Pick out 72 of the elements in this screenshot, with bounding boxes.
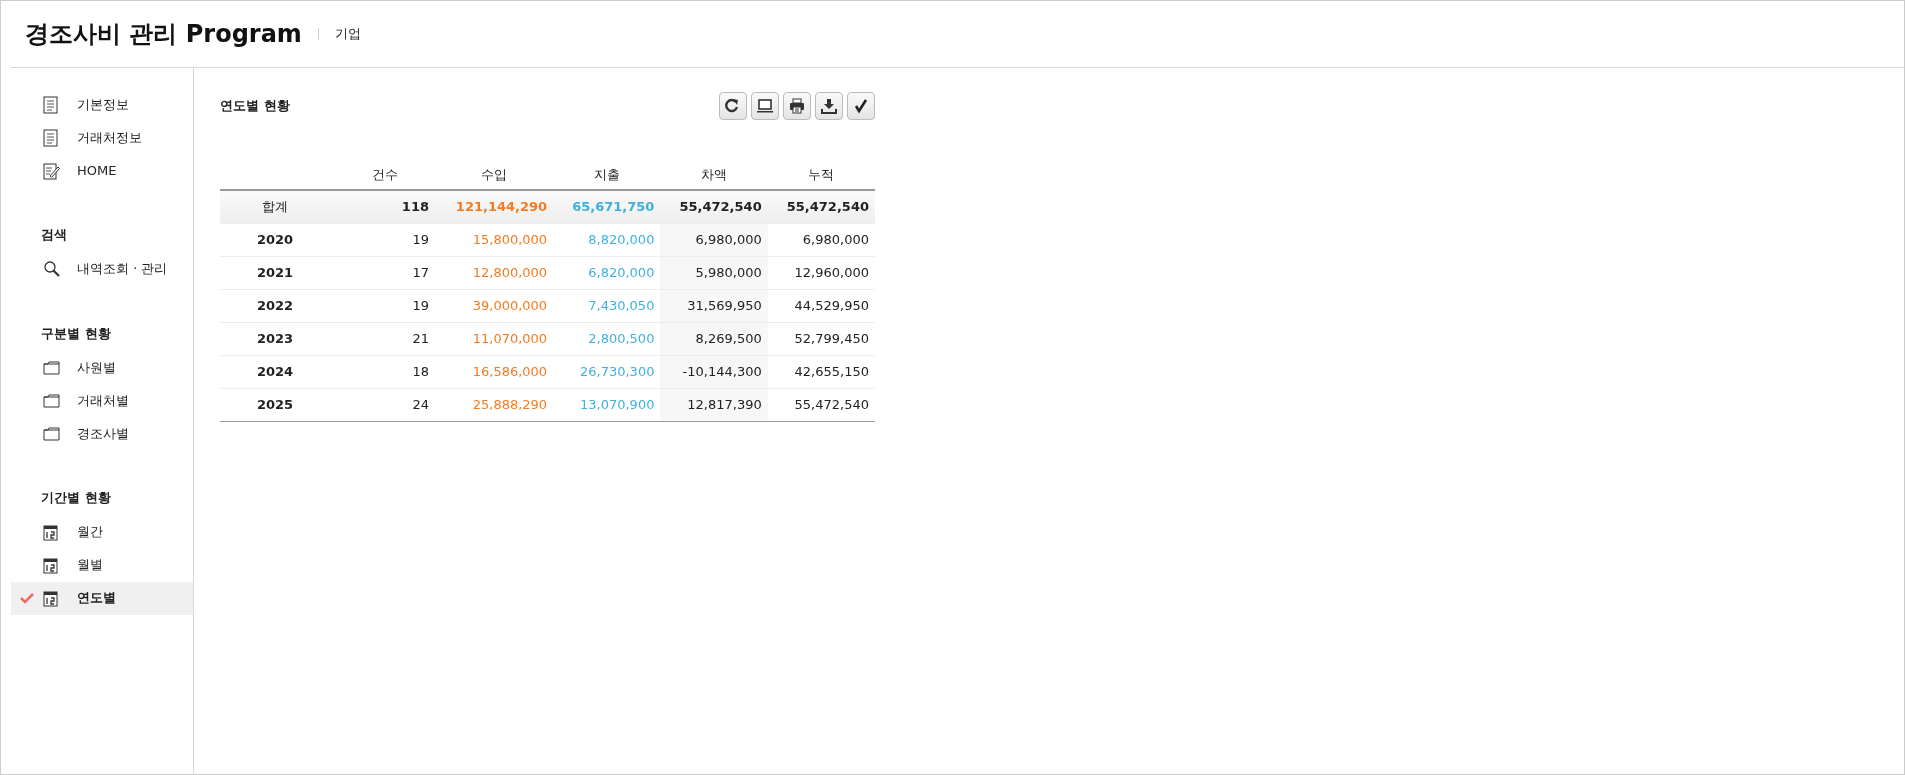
folder-icon — [43, 393, 61, 408]
table-cell: 5,980,000 — [660, 256, 768, 289]
table-cell: 11,070,000 — [435, 322, 554, 355]
table-cell: 44,529,950 — [767, 289, 875, 322]
table-cell: 31,569,950 — [660, 289, 768, 322]
document-icon — [43, 128, 59, 147]
row-label: 2020 — [220, 223, 335, 256]
table-cell: 8,269,500 — [660, 322, 768, 355]
printer-icon — [788, 97, 806, 115]
document-pencil-icon — [43, 161, 61, 180]
folder-icon — [43, 426, 61, 441]
table-cell: 12,817,390 — [660, 388, 768, 421]
table-cell: 16,586,000 — [435, 355, 554, 388]
sidebar-item[interactable]: 경조사별 — [11, 417, 193, 450]
print-button[interactable] — [783, 92, 811, 120]
calendar-icon — [43, 523, 58, 541]
row-label: 2025 — [220, 388, 335, 421]
sidebar-item[interactable]: 내역조회 · 관리 — [11, 252, 193, 286]
row-label: 합계 — [220, 190, 335, 223]
page-title: 연도별 현황 — [220, 97, 290, 116]
table-cell: 6,980,000 — [660, 223, 768, 256]
download-icon — [820, 97, 838, 115]
confirm-button[interactable] — [847, 92, 875, 120]
app-title: 경조사비 관리 Program — [25, 19, 302, 50]
table-cell: 65,671,750 — [553, 190, 661, 223]
document-icon — [43, 95, 59, 114]
table-cell: 121,144,290 — [435, 190, 554, 223]
laptop-icon — [756, 97, 774, 115]
table-cell: 25,888,290 — [435, 388, 554, 421]
sidebar-item[interactable]: 거래처정보 — [11, 121, 193, 154]
sidebar-item[interactable]: 월간 — [11, 515, 193, 549]
table-cell: 18 — [335, 355, 435, 388]
row-label: 2022 — [220, 289, 335, 322]
table-cell: 118 — [335, 190, 435, 223]
sidebar-item[interactable]: 사원별 — [11, 351, 193, 384]
app-subtitle: 기업 — [334, 25, 361, 44]
folder-icon — [43, 360, 61, 375]
table-cell: 55,472,540 — [767, 388, 875, 421]
table-cell: 55,472,540 — [767, 190, 875, 223]
table-cell: 17 — [335, 256, 435, 289]
section-heading: 기간별 현황 — [40, 489, 112, 507]
table-cell: 12,800,000 — [435, 256, 554, 289]
table-cell: 24 — [335, 388, 435, 421]
table-cell: 39,000,000 — [435, 289, 554, 322]
sidebar-item[interactable]: HOME — [11, 154, 193, 187]
check-icon — [20, 592, 34, 604]
sidebar-item[interactable]: 거래처별 — [11, 384, 193, 417]
table-cell: 52,799,450 — [767, 322, 875, 355]
check-icon — [852, 97, 870, 115]
table-cell: 19 — [335, 289, 435, 322]
row-label: 2024 — [220, 355, 335, 388]
table-cell: -10,144,300 — [660, 355, 768, 388]
download-button[interactable] — [815, 92, 843, 120]
table-cell: 21 — [335, 322, 435, 355]
sidebar-item[interactable]: 월별 — [11, 548, 193, 582]
refresh-button[interactable] — [719, 92, 747, 120]
calendar-icon — [43, 556, 58, 574]
calendar-icon — [43, 589, 58, 607]
table-cell: 6,980,000 — [767, 223, 875, 256]
row-label: 2021 — [220, 256, 335, 289]
section-heading: 구분별 현황 — [40, 324, 112, 343]
row-label: 2023 — [220, 322, 335, 355]
table-cell: 42,655,150 — [767, 355, 875, 388]
table-cell: 19 — [335, 223, 435, 256]
sidebar-item[interactable]: 연도별 — [11, 581, 193, 615]
table-cell: 55,472,540 — [660, 190, 768, 223]
section-heading: 검색 — [40, 226, 68, 244]
laptop-button[interactable] — [751, 92, 779, 120]
table-cell: 12,960,000 — [767, 256, 875, 289]
sidebar-item[interactable]: 기본정보 — [11, 88, 193, 121]
table-cell: 15,800,000 — [435, 223, 554, 256]
search-icon — [43, 260, 61, 278]
